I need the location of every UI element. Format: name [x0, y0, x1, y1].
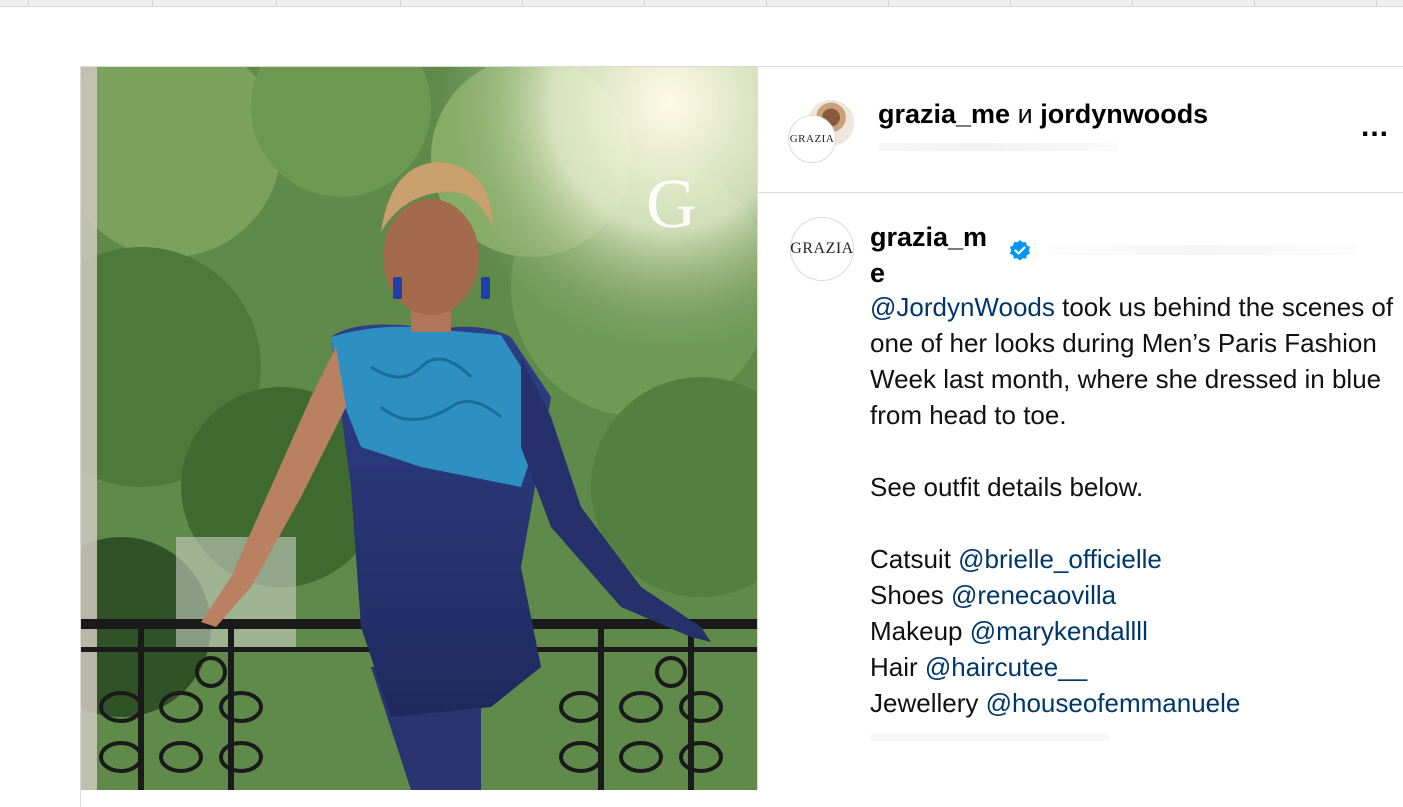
- more-options-button[interactable]: ...: [1361, 112, 1389, 142]
- credit-label: Catsuit: [870, 544, 959, 574]
- strip-divider: [888, 0, 889, 6]
- svg-text:G: G: [646, 166, 697, 243]
- mention-jordynwoods[interactable]: @JordynWoods: [870, 292, 1055, 322]
- credit-line: Jewellery @houseofemmanuele: [870, 685, 1400, 721]
- credit-line: Hair @haircutee__: [870, 649, 1400, 685]
- strip-divider: [400, 0, 401, 6]
- credit-label: Hair: [870, 652, 925, 682]
- strip-divider: [766, 0, 767, 6]
- grazia-avatar[interactable]: GRAZIA: [788, 115, 836, 163]
- post-authors: grazia_me и jordynwoods: [878, 99, 1208, 130]
- credit-handle[interactable]: @renecaovilla: [951, 580, 1116, 610]
- credit-handle[interactable]: @brielle_officielle: [958, 544, 1162, 574]
- caption-text: @JordynWoods took us behind the scenes o…: [870, 289, 1400, 721]
- grazia-logo: GRAZIA: [789, 133, 835, 145]
- strip-divider: [1376, 0, 1377, 6]
- credit-line: Shoes @renecaovilla: [870, 577, 1400, 613]
- post-header: GRAZIA grazia_me и jordynwoods ...: [758, 67, 1403, 193]
- post-photo-illustration: G: [81, 67, 757, 790]
- details-intro: See outfit details below.: [870, 472, 1144, 502]
- grazia-logo: GRAZIA: [790, 240, 854, 257]
- credit-line: Catsuit @brielle_officielle: [870, 541, 1400, 577]
- credit-handle[interactable]: @haircutee__: [925, 652, 1087, 682]
- strip-divider: [1254, 0, 1255, 6]
- credit-handle[interactable]: @houseofemmanuele: [986, 688, 1241, 718]
- strip-divider: [1010, 0, 1011, 6]
- browser-top-strip: [0, 0, 1403, 7]
- blurred-subtitle: [878, 143, 1118, 151]
- collab-avatars[interactable]: GRAZIA: [788, 97, 856, 165]
- blurred-text: [1048, 245, 1358, 255]
- strip-divider: [28, 0, 29, 6]
- strip-divider: [522, 0, 523, 6]
- author-connector: и: [1017, 99, 1033, 129]
- credit-label: Jewellery: [870, 688, 986, 718]
- verified-badge-icon: [1010, 240, 1030, 261]
- strip-divider: [644, 0, 645, 6]
- author-link-grazia[interactable]: grazia_me: [878, 99, 1010, 129]
- author-link-jordynwoods[interactable]: jordynwoods: [1040, 99, 1208, 129]
- credit-handle[interactable]: @marykendallll: [970, 616, 1148, 646]
- strip-divider: [1132, 0, 1133, 6]
- caption-avatar[interactable]: GRAZIA: [790, 217, 854, 281]
- credit-label: Shoes: [870, 580, 951, 610]
- blurred-text: [870, 733, 1110, 741]
- strip-divider: [152, 0, 153, 6]
- post-photo[interactable]: G: [81, 67, 758, 790]
- credit-label: Makeup: [870, 616, 970, 646]
- caption-username[interactable]: grazia_me: [870, 219, 998, 291]
- post-details-panel: GRAZIA grazia_me и jordynwoods ... GRAZI…: [758, 67, 1403, 790]
- credit-line: Makeup @marykendallll: [870, 613, 1400, 649]
- caption-section: GRAZIA grazia_me @JordynWoods took us be…: [758, 193, 1403, 790]
- strip-divider: [276, 0, 277, 6]
- caption-paragraph: @JordynWoods took us behind the scenes o…: [870, 289, 1400, 433]
